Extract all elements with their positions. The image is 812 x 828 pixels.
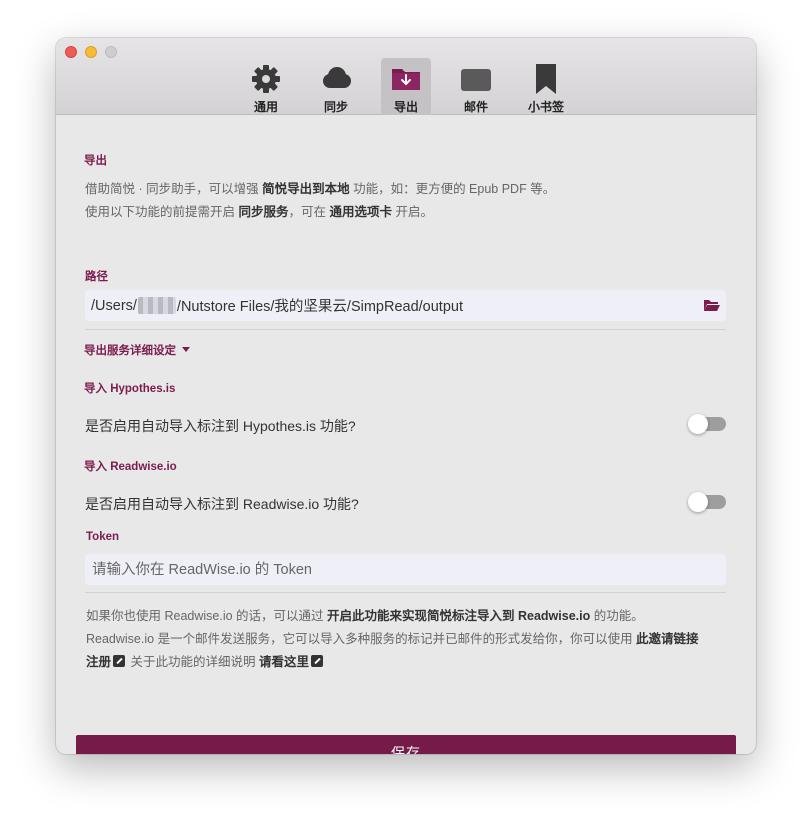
tab-sync-label: 同步 [323,100,348,114]
token-input[interactable] [85,554,726,585]
redacted-username [137,297,176,314]
external-link-icon[interactable] [113,655,126,667]
token-field-underline [85,592,726,593]
invite-link[interactable]: 此邀请链接 [636,632,699,646]
minimize-window-button[interactable] [85,46,97,58]
tab-mail-label: 邮件 [463,100,488,114]
tab-export-label: 导出 [393,100,418,114]
path-field[interactable]: /Users/ /Nutstore Files/我的坚果云/SimpRead/ou… [85,290,726,321]
gear-icon [252,65,280,93]
hypothesis-toggle[interactable] [688,414,726,434]
hypothesis-section-title: 导入 Hypothes.is [84,383,176,395]
folder-download-icon [392,69,420,90]
path-label: 路径 [85,271,108,283]
tab-bookmark-label: 小书签 [527,100,564,114]
tab-bookmark[interactable]: 小书签 [522,58,570,115]
external-link-icon[interactable] [310,655,323,667]
readwise-toggle[interactable] [688,492,726,512]
hypothesis-question: 是否启用自动导入标注到 Hypothes.is 功能? [85,418,356,434]
export-description-2: 使用以下功能的前提需开启 同步服务，可在 通用选项卡 开启。 [85,205,433,219]
cloud-icon [323,67,351,88]
mail-icon [461,69,491,91]
toggle-knob [688,414,708,434]
register-link[interactable]: 注册 [86,655,111,669]
folder-open-icon[interactable] [704,298,720,312]
path-suffix: /Nutstore Files/我的坚果云/SimpRead/output [176,299,463,315]
preferences-window: 通用 同步 导出 邮件 小书签 导出 借助简悦 · 同步助手，可以增强 简悦导出… [56,38,756,754]
export-description-1: 借助简悦 · 同步助手，可以增强 简悦导出到本地 功能，如：更方便的 Epub … [85,182,556,196]
export-section-title: 导出 [84,155,107,167]
toggle-knob [688,492,708,512]
close-window-button[interactable] [65,46,77,58]
export-detail-toggle[interactable]: 导出服务详细设定 [84,342,191,358]
details-link[interactable]: 请看这里 [259,655,309,669]
tab-general[interactable]: 通用 [242,58,290,115]
readwise-info-1: 如果你也使用 Readwise.io 的话，可以通过 开启此功能来实现简悦标注导… [86,609,644,623]
readwise-info-3: 注册 关于此功能的详细说明 请看这里 [86,651,325,670]
title-bar: 通用 同步 导出 邮件 小书签 [56,38,756,115]
caret-down-icon [182,347,191,352]
tab-general-label: 通用 [253,100,278,114]
tab-sync[interactable]: 同步 [312,58,360,115]
path-prefix: /Users/ [91,297,137,314]
readwise-info-2: Readwise.io 是一个邮件发送服务，它可以导入多种服务的标记并已邮件的形… [86,632,699,646]
readwise-question: 是否启用自动导入标注到 Readwise.io 功能? [85,496,359,512]
export-settings-panel: 导出 借助简悦 · 同步助手，可以增强 简悦导出到本地 功能，如：更方便的 Ep… [56,115,756,754]
bookmark-icon [536,64,556,94]
tab-export[interactable]: 导出 [381,58,431,115]
token-label: Token [86,531,120,543]
tab-mail[interactable]: 邮件 [452,58,500,115]
save-button[interactable]: 保存 [76,735,736,754]
readwise-section-title: 导入 Readwise.io [84,461,177,473]
path-field-underline [85,329,726,330]
zoom-window-button[interactable] [105,46,117,58]
